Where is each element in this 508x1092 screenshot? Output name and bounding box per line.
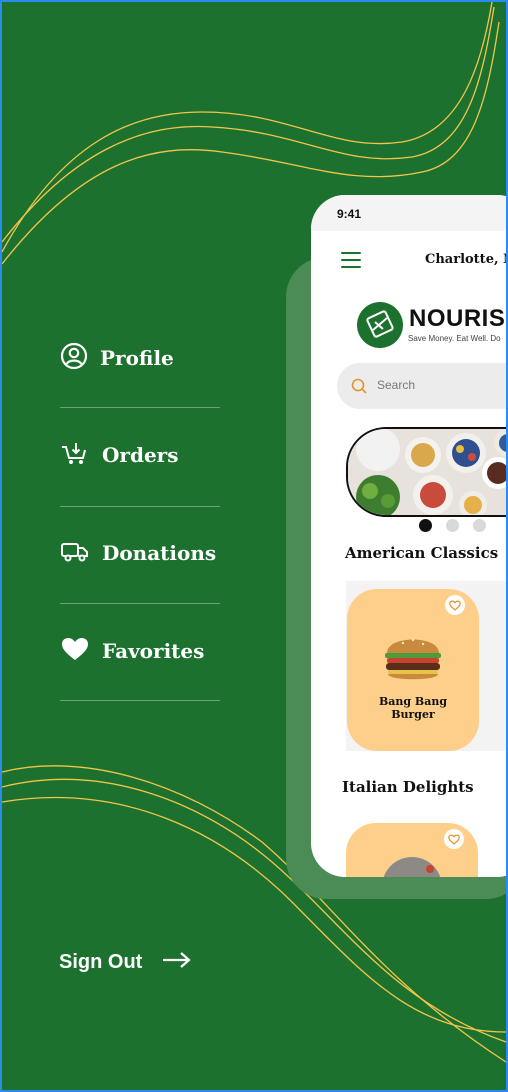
food-name-line2: Burger	[391, 708, 435, 721]
menu-divider	[60, 603, 220, 604]
menu-item-orders[interactable]: Orders	[60, 435, 220, 475]
menu-item-label: Profile	[100, 346, 174, 370]
sign-out-button[interactable]: Sign Out	[59, 950, 192, 974]
favorite-heart-icon[interactable]	[445, 595, 465, 615]
hamburger-menu-icon[interactable]	[341, 252, 361, 273]
menu-item-label: Orders	[102, 443, 179, 467]
search-bar[interactable]: Search	[337, 363, 506, 409]
section-title: American Classics	[345, 544, 499, 562]
menu-item-profile[interactable]: Profile	[60, 338, 220, 378]
menu-item-label: Donations	[102, 541, 217, 565]
food-card[interactable]	[346, 823, 478, 877]
section-title: Italian Delights	[342, 778, 474, 796]
search-icon	[351, 378, 367, 398]
cart-icon	[60, 439, 90, 471]
food-banner-image[interactable]	[346, 427, 506, 517]
logo-icon	[357, 302, 403, 348]
app-frame: Profile Orders Donations Favorites Sign …	[0, 0, 508, 1092]
menu-divider	[60, 506, 220, 507]
brand-tagline: Save Money. Eat Well. Do	[408, 334, 501, 343]
carousel-dot[interactable]	[473, 519, 486, 532]
favorite-heart-icon[interactable]	[444, 829, 464, 849]
arrow-right-icon	[162, 950, 192, 974]
location-label[interactable]: Charlotte, N	[425, 252, 506, 267]
menu-item-donations[interactable]: Donations	[60, 533, 220, 573]
carousel-indicator	[419, 519, 486, 532]
search-input[interactable]: Search	[377, 378, 415, 392]
carousel-dot[interactable]	[419, 519, 432, 532]
user-circle-icon	[60, 342, 88, 374]
pasta-image	[380, 855, 444, 877]
truck-icon	[60, 538, 90, 568]
sign-out-label: Sign Out	[59, 950, 143, 973]
status-bar: 9:41	[311, 195, 506, 231]
status-time: 9:41	[337, 207, 362, 221]
menu-divider	[60, 700, 220, 701]
heart-icon	[60, 636, 90, 666]
menu-item-label: Favorites	[102, 639, 205, 663]
food-card[interactable]: Bang Bang Burger	[347, 589, 479, 751]
carousel-dot[interactable]	[446, 519, 459, 532]
food-card-title: Bang Bang Burger	[347, 695, 479, 721]
food-name-line1: Bang Bang	[378, 695, 448, 708]
burger-image	[381, 627, 445, 687]
menu-divider	[60, 407, 220, 408]
menu-item-favorites[interactable]: Favorites	[60, 631, 220, 671]
phone-preview: 9:41 Charlotte, N NOURIS Save Money. Eat…	[311, 195, 506, 877]
brand-name: NOURIS	[409, 305, 506, 332]
